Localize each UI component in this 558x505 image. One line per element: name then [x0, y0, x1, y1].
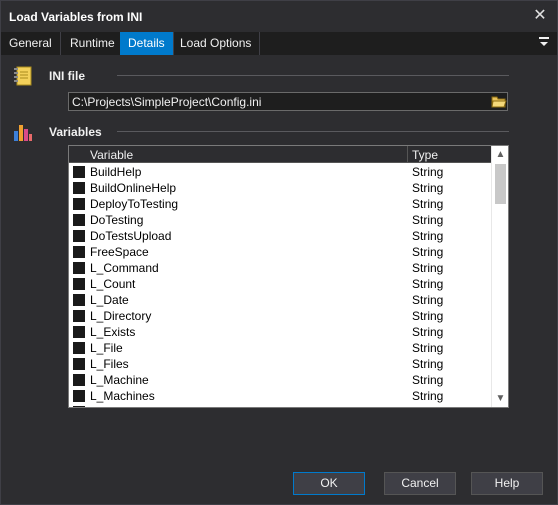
variables-list[interactable]: Variable Type BuildHelp String BuildOnline… [68, 145, 509, 408]
scroll-up-icon[interactable]: ▲ [492, 146, 508, 163]
list-item[interactable]: L_Command String [69, 260, 491, 276]
row-checkbox[interactable] [73, 278, 85, 290]
list-item[interactable]: L_Machine String [69, 372, 491, 388]
list-item[interactable]: DoTesting String [69, 212, 491, 228]
row-checkbox[interactable] [73, 230, 85, 242]
variable-name: BuildHelp [90, 165, 142, 179]
list-item[interactable]: L_Count String [69, 276, 491, 292]
row-checkbox[interactable] [73, 246, 85, 258]
variable-name: L_File [90, 341, 123, 355]
variable-name: L_Exists [90, 325, 136, 339]
variable-name: L_Directory [90, 309, 152, 323]
window-title: Load Variables from INI [9, 10, 143, 24]
list-item[interactable]: L_MachineStatus String [69, 404, 491, 407]
list-item[interactable]: L_Date String [69, 292, 491, 308]
variable-name: L_MachineStatus [90, 405, 183, 407]
row-checkbox[interactable] [73, 182, 85, 194]
variable-type: String [412, 389, 444, 403]
variable-name: DoTestsUpload [90, 229, 172, 243]
list-item[interactable]: DoTestsUpload String [69, 228, 491, 244]
close-button[interactable]: ✕ [531, 7, 549, 25]
ini-file-divider [117, 75, 509, 76]
variable-type: String [412, 325, 444, 339]
variable-name: BuildOnlineHelp [90, 181, 177, 195]
list-item[interactable]: L_Directory String [69, 308, 491, 324]
variable-name: L_Count [90, 277, 136, 291]
variable-type: String [412, 309, 444, 323]
variable-name: DoTesting [90, 213, 144, 227]
tab-menu-icon[interactable] [535, 33, 553, 53]
list-item[interactable]: L_Machines String [69, 388, 491, 404]
column-header-variable[interactable]: Variable [90, 148, 133, 162]
folder-open-icon[interactable] [491, 93, 507, 110]
cancel-button[interactable]: Cancel [384, 472, 456, 495]
variables-label: Variables [49, 125, 102, 139]
list-rows: BuildHelp String BuildOnlineHelp String Depl… [69, 164, 491, 407]
variable-type: String [412, 229, 444, 243]
variable-name: FreeSpace [90, 245, 149, 259]
list-item[interactable]: L_File String [69, 340, 491, 356]
row-checkbox[interactable] [73, 342, 85, 354]
variable-type: String [412, 197, 444, 211]
variable-name: DeployToTesting [90, 197, 179, 211]
variable-type: String [412, 213, 444, 227]
dialog-window: Load Variables from INI ✕ General Runtim… [0, 0, 558, 505]
list-item[interactable]: FreeSpace String [69, 244, 491, 260]
ini-file-label: INI file [49, 69, 86, 83]
row-checkbox[interactable] [73, 262, 85, 274]
row-checkbox[interactable] [73, 390, 85, 402]
scroll-down-icon[interactable]: ▼ [492, 390, 508, 407]
row-checkbox[interactable] [73, 198, 85, 210]
variable-type: String [412, 357, 444, 371]
row-checkbox[interactable] [73, 326, 85, 338]
variable-type: String [412, 341, 444, 355]
column-header-type[interactable]: Type [412, 148, 438, 162]
vertical-scrollbar[interactable]: ▲ ▼ [491, 146, 508, 407]
variable-name: L_Machines [90, 389, 155, 403]
variable-name: L_Command [90, 261, 159, 275]
tab-load-options[interactable]: Load Options [172, 32, 261, 55]
tab-details[interactable]: Details [120, 32, 174, 55]
tab-runtime[interactable]: Runtime [62, 32, 124, 55]
ok-button[interactable]: OK [293, 472, 365, 495]
variable-name: L_Files [90, 357, 129, 371]
row-checkbox[interactable] [73, 406, 85, 407]
list-item[interactable]: L_Files String [69, 356, 491, 372]
list-item[interactable]: BuildHelp String [69, 164, 491, 180]
scroll-thumb[interactable] [495, 164, 506, 204]
variable-type: String [412, 277, 444, 291]
row-checkbox[interactable] [73, 374, 85, 386]
help-button[interactable]: Help [471, 472, 543, 495]
ini-file-icon [12, 65, 34, 87]
tab-bar: General Runtime Details Load Options [1, 32, 557, 55]
row-checkbox[interactable] [73, 294, 85, 306]
row-checkbox[interactable] [73, 166, 85, 178]
variable-type: String [412, 405, 443, 407]
variable-type: String [412, 165, 444, 179]
list-item[interactable]: DeployToTesting String [69, 196, 491, 212]
row-checkbox[interactable] [73, 214, 85, 226]
row-checkbox[interactable] [73, 358, 85, 370]
list-item[interactable]: BuildOnlineHelp String [69, 180, 491, 196]
variable-type: String [412, 261, 444, 275]
variables-divider [117, 131, 509, 132]
variable-type: String [412, 181, 444, 195]
title-bar: Load Variables from INI ✕ [1, 1, 557, 32]
tab-general[interactable]: General [1, 32, 61, 55]
variable-type: String [412, 293, 444, 307]
list-header: Variable Type [69, 146, 491, 163]
row-checkbox[interactable] [73, 310, 85, 322]
variable-name: L_Machine [90, 373, 149, 387]
variables-chart-icon [12, 121, 34, 143]
variable-name: L_Date [90, 293, 129, 307]
variable-type: String [412, 245, 444, 259]
column-separator[interactable] [407, 146, 408, 163]
variable-type: String [412, 373, 444, 387]
list-item[interactable]: L_Exists String [69, 324, 491, 340]
ini-path-input[interactable] [68, 92, 508, 111]
